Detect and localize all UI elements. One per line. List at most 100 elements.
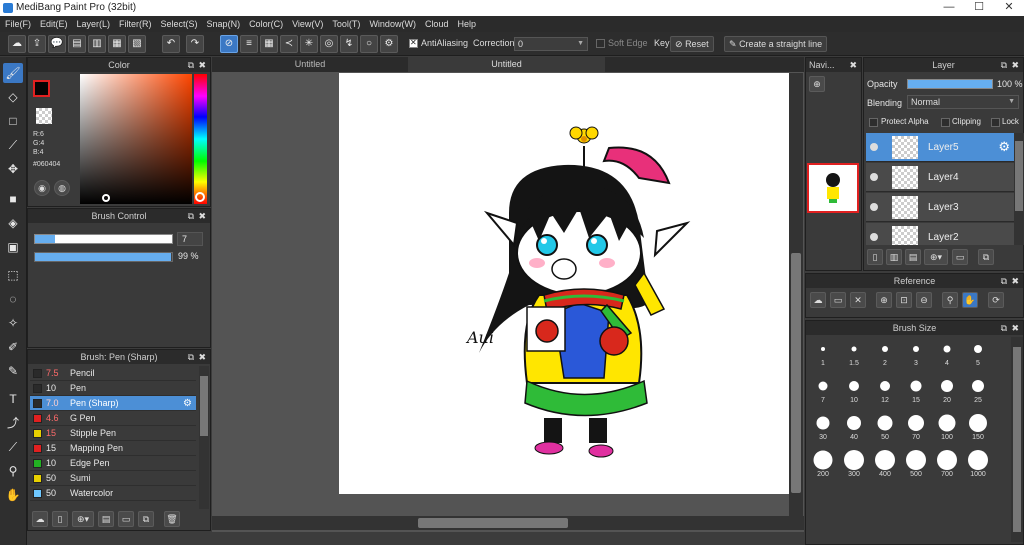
canvas-hscroll-thumb[interactable] bbox=[418, 518, 568, 528]
bucket-tool-icon[interactable]: ◈ bbox=[3, 213, 23, 233]
brush-size-option[interactable]: 100 bbox=[932, 411, 962, 441]
add-layer-dropdown-icon[interactable]: ⊕▾ bbox=[924, 249, 948, 265]
gear-icon[interactable]: ⚙ bbox=[183, 396, 192, 411]
circle-snap-icon[interactable]: ○ bbox=[360, 35, 378, 53]
menu-window[interactable]: Window(W) bbox=[364, 16, 420, 32]
palette-add-icon[interactable]: ◍ bbox=[54, 180, 70, 196]
close-icon[interactable]: ✖ bbox=[849, 58, 857, 72]
rectangle-tool-icon[interactable]: □ bbox=[3, 111, 23, 131]
cloud-icon[interactable]: ☁ bbox=[8, 35, 26, 53]
brush-size-scrollbar[interactable] bbox=[1011, 337, 1023, 542]
brush-size-option[interactable]: 50 bbox=[870, 411, 900, 441]
close-icon[interactable]: ✖ bbox=[1011, 321, 1019, 335]
snap-settings-icon[interactable]: ⚙ bbox=[380, 35, 398, 53]
new-halftone-layer-icon[interactable]: ▥ bbox=[886, 249, 902, 265]
brush-size-option[interactable]: 15 bbox=[901, 374, 931, 404]
brush-size-option[interactable]: 1 bbox=[808, 337, 838, 367]
correction-dropdown[interactable]: 0 ▼ bbox=[514, 37, 588, 51]
gear-icon[interactable]: ⚙ bbox=[998, 139, 1010, 155]
undock-icon[interactable]: ⧉ bbox=[188, 209, 194, 223]
layer-folder-icon[interactable]: ▭ bbox=[952, 249, 968, 265]
duplicate-layer-icon[interactable]: ⧉ bbox=[978, 249, 994, 265]
fill-rect-tool-icon[interactable]: ■ bbox=[3, 189, 23, 209]
menu-filter[interactable]: Filter(R) bbox=[114, 16, 156, 32]
close-icon[interactable]: ✖ bbox=[1011, 274, 1019, 288]
save-icon[interactable]: ▤ bbox=[68, 35, 86, 53]
minimize-icon[interactable]: — bbox=[934, 0, 964, 16]
canvas-paper[interactable]: Aui bbox=[339, 73, 789, 494]
brush-size-option[interactable]: 30 bbox=[808, 411, 838, 441]
color-picker-handle[interactable] bbox=[102, 194, 110, 202]
text-tool-icon[interactable]: T bbox=[3, 389, 23, 409]
close-icon[interactable]: ✕ bbox=[994, 0, 1024, 16]
reset-button[interactable]: ⊘ Reset bbox=[670, 36, 714, 52]
brush-size-slider[interactable] bbox=[34, 234, 173, 244]
select-eraser-icon[interactable]: ✎ bbox=[3, 361, 23, 381]
eye-icon[interactable] bbox=[870, 203, 878, 211]
reference-rotate-icon[interactable]: ⟳ bbox=[988, 292, 1004, 308]
brush-size-option[interactable]: 700 bbox=[932, 448, 962, 478]
select-tool-icon[interactable]: ⬚ bbox=[3, 265, 23, 285]
layer-scroll-thumb[interactable] bbox=[1015, 141, 1023, 211]
brush-size-option[interactable]: 1000 bbox=[963, 448, 993, 478]
brush-size-scroll-thumb[interactable] bbox=[1013, 347, 1021, 532]
navigator-preview[interactable] bbox=[807, 163, 859, 213]
move-tool-icon[interactable]: ✥ bbox=[3, 159, 23, 179]
zoom-out-icon[interactable]: ⊖ bbox=[916, 292, 932, 308]
magic-wand-icon[interactable]: ✧ bbox=[3, 313, 23, 333]
close-icon[interactable]: ✖ bbox=[198, 350, 206, 364]
new-brush-icon[interactable]: ▯ bbox=[52, 511, 68, 527]
brush-cloud-icon[interactable]: ☁ bbox=[32, 511, 48, 527]
menu-snap[interactable]: Snap(N) bbox=[202, 16, 245, 32]
brush-size-option[interactable]: 25 bbox=[963, 374, 993, 404]
new-8bit-layer-icon[interactable]: ▤ bbox=[905, 249, 921, 265]
menu-view[interactable]: View(V) bbox=[287, 16, 327, 32]
brush-size-option[interactable]: 2 bbox=[870, 337, 900, 367]
brush-size-option[interactable]: 7 bbox=[808, 374, 838, 404]
brush-folder-icon[interactable]: ▭ bbox=[118, 511, 134, 527]
menu-color[interactable]: Color(C) bbox=[244, 16, 287, 32]
blending-dropdown[interactable]: Normal ▼ bbox=[907, 95, 1019, 109]
lasso-tool-icon[interactable]: ◌ bbox=[3, 289, 23, 309]
brush-size-option[interactable]: 20 bbox=[932, 374, 962, 404]
reference-eyedropper-icon[interactable]: ⚲ bbox=[942, 292, 958, 308]
protect-alpha-checkbox[interactable] bbox=[869, 118, 878, 127]
brush-size-option[interactable]: 400 bbox=[870, 448, 900, 478]
menu-select[interactable]: Select(S) bbox=[156, 16, 202, 32]
menu-edit[interactable]: Edit(E) bbox=[35, 16, 72, 32]
close-icon[interactable]: ✖ bbox=[198, 209, 206, 223]
eye-icon[interactable] bbox=[870, 233, 878, 241]
brush-size-option[interactable]: 3 bbox=[901, 337, 931, 367]
layer-row[interactable]: Layer5 ⚙ bbox=[866, 133, 1014, 162]
undo-icon[interactable]: ↶ bbox=[162, 35, 180, 53]
document-icon[interactable]: ▥ bbox=[88, 35, 106, 53]
gradient-tool-icon[interactable]: ▣ bbox=[3, 237, 23, 257]
undock-icon[interactable]: ⧉ bbox=[188, 350, 194, 364]
export-icon[interactable]: ▧ bbox=[128, 35, 146, 53]
undock-icon[interactable]: ⧉ bbox=[1001, 274, 1007, 288]
radial-snap-icon[interactable]: ✳ bbox=[300, 35, 318, 53]
undock-icon[interactable]: ⧉ bbox=[1001, 321, 1007, 335]
vanishing-snap-icon[interactable]: ≺ bbox=[280, 35, 298, 53]
eye-icon[interactable] bbox=[870, 173, 878, 181]
brush-size-option[interactable]: 12 bbox=[870, 374, 900, 404]
canvas-vertical-scrollbar[interactable] bbox=[789, 73, 803, 516]
brush-list-scroll-thumb[interactable] bbox=[200, 376, 208, 436]
menu-cloud[interactable]: Cloud bbox=[420, 16, 453, 32]
layer-row[interactable]: Layer2 bbox=[866, 223, 1014, 245]
tab-untitled-1[interactable]: Untitled bbox=[212, 57, 408, 72]
brush-size-option[interactable]: 200 bbox=[808, 448, 838, 478]
brush-size-option[interactable]: 1.5 bbox=[839, 337, 869, 367]
brush-item[interactable]: 7.0 Pen (Sharp) ⚙ bbox=[30, 396, 196, 411]
close-icon[interactable]: ✖ bbox=[1011, 58, 1019, 72]
open-reference-icon[interactable]: ▭ bbox=[830, 292, 846, 308]
brush-size-option[interactable]: 70 bbox=[901, 411, 931, 441]
brush-size-value[interactable]: 7 bbox=[177, 232, 203, 246]
brush-size-option[interactable]: 10 bbox=[839, 374, 869, 404]
close-reference-icon[interactable]: ✕ bbox=[850, 292, 866, 308]
undock-icon[interactable]: ⧉ bbox=[188, 58, 194, 72]
hue-handle[interactable] bbox=[195, 192, 205, 202]
eyedropper-icon[interactable]: ⚲ bbox=[3, 461, 23, 481]
menu-file[interactable]: File(F) bbox=[0, 16, 35, 32]
layer-row[interactable]: Layer4 bbox=[866, 163, 1014, 192]
